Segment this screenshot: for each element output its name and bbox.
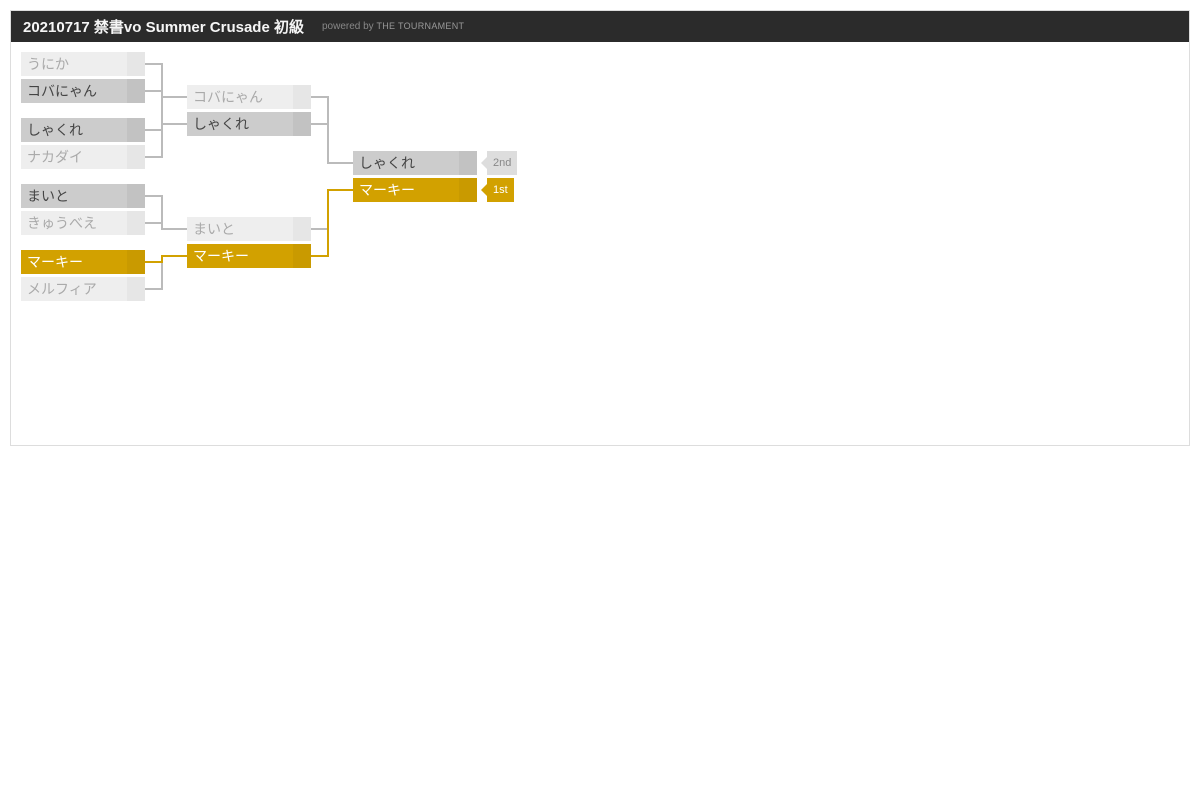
powered-by: powered by THE TOURNAMENT <box>322 21 464 32</box>
r1-m4-top[interactable]: マーキー <box>21 250 145 274</box>
final-top[interactable]: しゃくれ <box>353 151 477 175</box>
bracket-line <box>161 123 187 125</box>
header-bar: 20210717 禁書vo Summer Crusade 初級 powered … <box>11 11 1189 42</box>
r1-m1-bot[interactable]: コバにゃん <box>21 79 145 103</box>
bracket-frame: 20210717 禁書vo Summer Crusade 初級 powered … <box>10 10 1190 446</box>
r1-m1-top[interactable]: うにか <box>21 52 145 76</box>
bracket-stage: うにか コバにゃん しゃくれ ナカダイ まいと きゅうべえ マーキー メルフィア <box>11 42 1189 82</box>
r2-m2-bot[interactable]: マーキー <box>187 244 311 268</box>
bracket-line <box>327 189 353 191</box>
bracket-line <box>161 255 163 263</box>
place-badge-2nd: 2nd <box>481 151 517 175</box>
bracket-line <box>327 189 329 255</box>
bracket-line <box>161 263 163 290</box>
r2-m1-bot[interactable]: しゃくれ <box>187 112 311 136</box>
bracket-line <box>327 110 329 163</box>
brand-name[interactable]: THE TOURNAMENT <box>376 21 464 31</box>
bracket-line <box>161 255 187 257</box>
r1-m3-top[interactable]: まいと <box>21 184 145 208</box>
r2-m2-top[interactable]: まいと <box>187 217 311 241</box>
final-bot[interactable]: マーキー <box>353 178 477 202</box>
r2-m1-top[interactable]: コバにゃん <box>187 85 311 109</box>
bracket-line <box>161 209 163 229</box>
r1-m2-bot[interactable]: ナカダイ <box>21 145 145 169</box>
r1-m4-bot[interactable]: メルフィア <box>21 277 145 301</box>
bracket-line <box>327 162 353 164</box>
tournament-title: 20210717 禁書vo Summer Crusade 初級 <box>23 16 304 37</box>
r1-m2-top[interactable]: しゃくれ <box>21 118 145 142</box>
place-badge-1st: 1st <box>481 178 514 202</box>
bracket-line <box>161 96 187 98</box>
bracket-line <box>161 129 163 158</box>
bracket-line <box>161 228 187 230</box>
r1-m3-bot[interactable]: きゅうべえ <box>21 211 145 235</box>
